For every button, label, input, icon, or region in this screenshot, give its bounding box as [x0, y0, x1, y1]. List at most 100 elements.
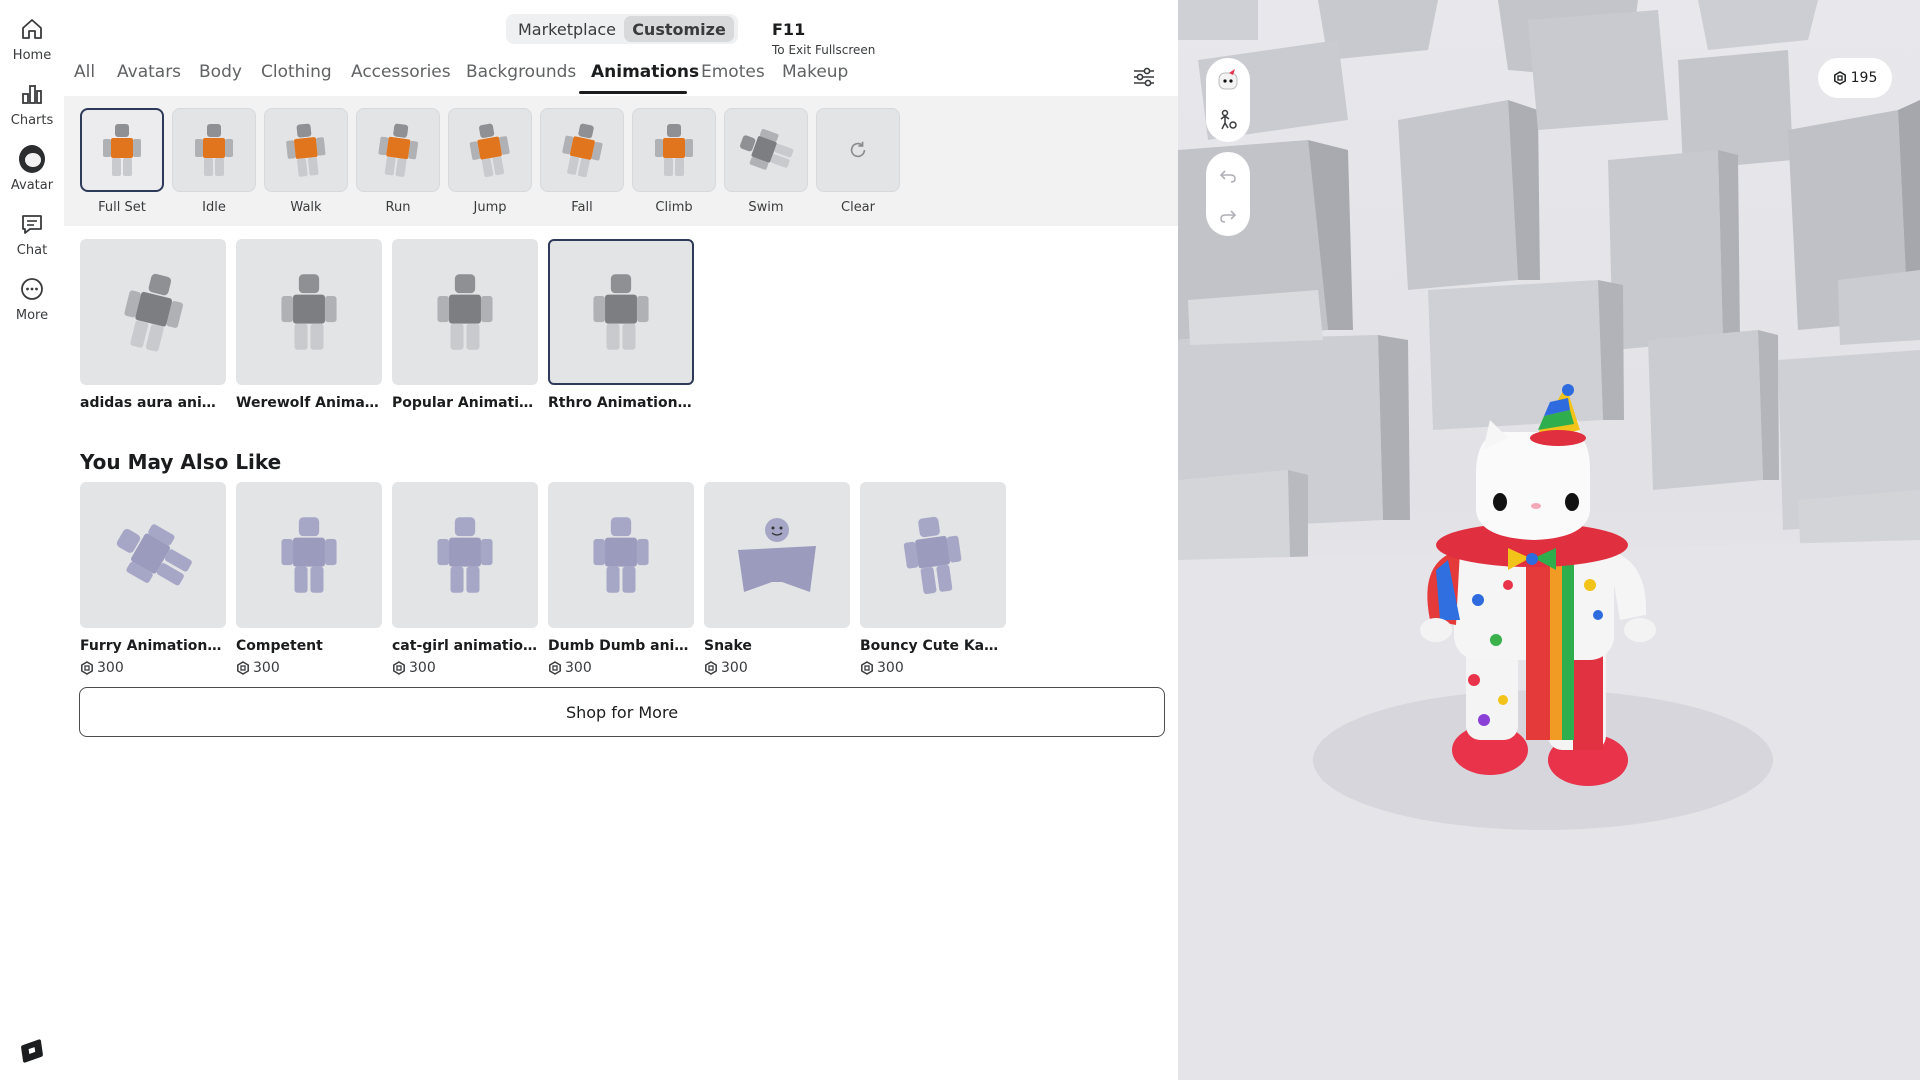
anim-slot-label: Walk [290, 200, 322, 215]
home-icon [19, 16, 45, 42]
anim-slot-label: Swim [748, 200, 784, 215]
tab-makeup[interactable]: Makeup [782, 62, 848, 82]
nav-item-more[interactable]: More [0, 274, 64, 334]
robux-icon [237, 661, 249, 675]
item-name: Rthro Animation Pa... [548, 395, 694, 411]
robux-icon [393, 661, 405, 675]
item-name: Snake [704, 638, 752, 654]
item-thumbnail [548, 482, 694, 628]
item-card[interactable]: Werewolf Animatio... [236, 239, 382, 411]
anim-slot-label: Idle [202, 200, 226, 215]
item-thumbnail [80, 482, 226, 628]
item-card[interactable]: Rthro Animation Pa... [548, 239, 694, 411]
item-card[interactable]: Competent 300 [236, 482, 382, 676]
active-tab-indicator [579, 91, 687, 94]
avatar-head-icon [1218, 69, 1238, 90]
item-card[interactable]: cat-girl animation ... 300 [392, 482, 538, 676]
preview-scene [1178, 0, 1920, 1080]
anim-slot-walk[interactable]: Walk [264, 108, 348, 215]
chat-icon [19, 211, 45, 237]
robux-balance[interactable]: 195 [1818, 58, 1892, 98]
item-name: adidas aura animati... [80, 395, 226, 411]
anim-slot-full-set[interactable]: Full Set [80, 108, 164, 215]
item-name: cat-girl animation ... [392, 638, 538, 654]
item-price-value: 300 [565, 660, 592, 676]
marketplace-toggle[interactable]: Marketplace [510, 16, 624, 42]
anim-slot-thumbnail [80, 108, 164, 192]
anim-slot-thumbnail [356, 108, 440, 192]
robux-icon [705, 661, 717, 675]
anim-slot-clear[interactable]: Clear [816, 108, 900, 215]
anim-slot-idle[interactable]: Idle [172, 108, 256, 215]
nav-item-charts[interactable]: Charts [0, 79, 64, 139]
roblox-logo-icon[interactable] [20, 1038, 44, 1064]
tab-animations[interactable]: Animations [591, 62, 699, 82]
item-card[interactable]: Popular Animation ... [392, 239, 538, 411]
tab-avatars[interactable]: Avatars [117, 62, 181, 82]
avatar-settings-button[interactable] [1214, 106, 1242, 134]
left-nav: Home Charts Avatar Chat More [0, 0, 64, 1080]
nav-label-home: Home [12, 48, 52, 63]
anim-slot-fall[interactable]: Fall [540, 108, 624, 215]
anim-slot-climb[interactable]: Climb [632, 108, 716, 215]
avatar-thumbnail-button[interactable] [1214, 66, 1242, 94]
anim-slot-jump[interactable]: Jump [448, 108, 532, 215]
item-thumbnail [704, 482, 850, 628]
anim-slot-thumbnail [724, 108, 808, 192]
undo-icon [1219, 170, 1236, 183]
item-price: 300 [80, 660, 226, 676]
nav-item-home[interactable]: Home [0, 14, 64, 74]
item-card[interactable]: adidas aura animati... [80, 239, 226, 411]
item-price: 300 [860, 660, 1006, 676]
robux-icon [861, 661, 873, 675]
item-card[interactable]: Bouncy Cute Kawaii 300 [860, 482, 1006, 676]
item-card[interactable]: Furry Animation Pa... 300 [80, 482, 226, 676]
nav-item-chat[interactable]: Chat [0, 209, 64, 269]
item-thumbnail [236, 482, 382, 628]
tab-body[interactable]: Body [199, 62, 242, 82]
snake-thumbnail-icon [738, 518, 816, 592]
item-thumbnail [392, 239, 538, 385]
mode-toggle: Marketplace Customize [506, 14, 738, 44]
item-card[interactable]: Dumb Dumb anima... 300 [548, 482, 694, 676]
item-card[interactable]: Snake 300 [704, 482, 850, 676]
nav-item-avatar[interactable]: Avatar [0, 144, 64, 204]
anim-slot-thumbnail [816, 108, 900, 192]
item-thumbnail [80, 239, 226, 385]
body-settings-icon [1220, 109, 1237, 130]
anim-slot-label: Full Set [98, 200, 146, 215]
section-title: You May Also Like [80, 450, 282, 474]
undo-button[interactable] [1214, 162, 1242, 190]
tab-backgrounds[interactable]: Backgrounds [466, 62, 576, 82]
item-name: Dumb Dumb anima... [548, 638, 694, 654]
tab-clothing[interactable]: Clothing [261, 62, 332, 82]
anim-slot-run[interactable]: Run [356, 108, 440, 215]
item-name: Competent [236, 638, 323, 654]
item-name: Bouncy Cute Kawaii [860, 638, 1006, 654]
item-name: Popular Animation ... [392, 395, 538, 411]
nav-label-chat: Chat [16, 243, 48, 258]
anim-slot-label: Run [385, 200, 411, 215]
nav-label-more: More [15, 308, 49, 323]
redo-button[interactable] [1214, 202, 1242, 230]
shop-for-more-button[interactable]: Shop for More [79, 687, 1165, 737]
nav-label-charts: Charts [10, 113, 54, 128]
anim-slot-swim[interactable]: Swim [724, 108, 808, 215]
more-icon [19, 276, 45, 302]
item-price: 300 [548, 660, 694, 676]
item-thumbnail [392, 482, 538, 628]
redo-icon [1220, 210, 1237, 223]
item-name: Furry Animation Pa... [80, 638, 226, 654]
robux-balance-value: 195 [1850, 70, 1878, 86]
customize-toggle[interactable]: Customize [624, 16, 734, 42]
tab-all[interactable]: All [74, 62, 95, 82]
avatar-preview-viewport[interactable] [1178, 0, 1920, 1080]
tab-emotes[interactable]: Emotes [701, 62, 765, 82]
robux-icon [81, 661, 93, 675]
filter-settings-icon[interactable] [1132, 66, 1156, 88]
undo-redo-tools [1206, 152, 1250, 236]
tab-accessories[interactable]: Accessories [351, 62, 451, 82]
item-price: 300 [704, 660, 850, 676]
item-name: Werewolf Animatio... [236, 395, 382, 411]
item-thumbnail [860, 482, 1006, 628]
